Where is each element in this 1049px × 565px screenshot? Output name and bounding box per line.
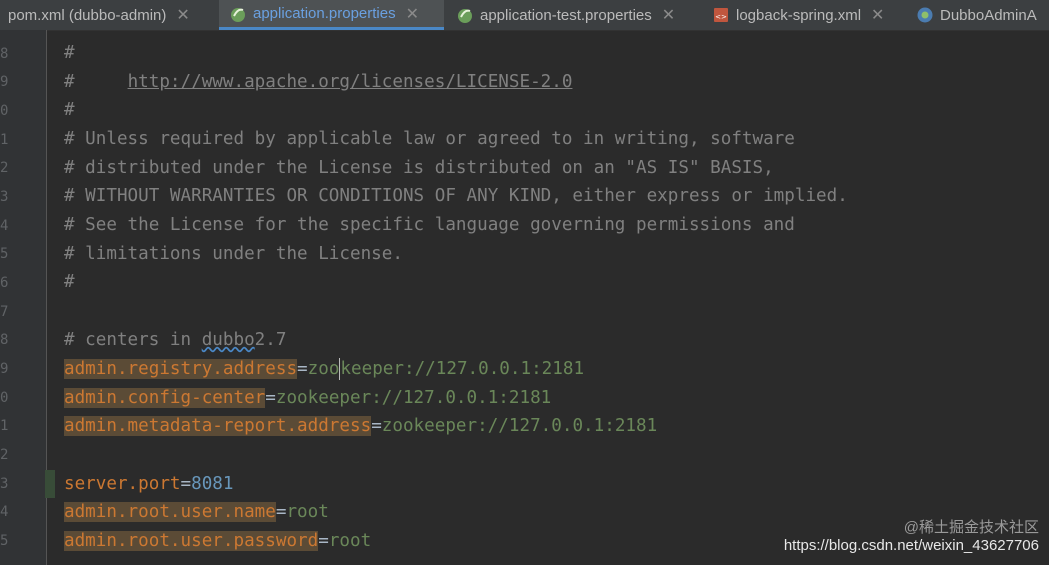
watermark-site: @稀土掘金技术社区: [903, 519, 1039, 536]
line-number: 4: [0, 218, 9, 234]
comment-text: # centers in: [64, 330, 202, 350]
code-line: # Unless required by applicable law or a…: [64, 129, 795, 149]
line-number: 9: [0, 74, 9, 90]
line-number: 5: [0, 533, 9, 549]
watermark: @稀土掘金技术社区 https://blog.csdn.net/weixin_4…: [784, 519, 1039, 555]
code-line: #: [64, 100, 75, 120]
line-number: 0: [0, 103, 9, 119]
line-number-gutter: 8 9 0 1 2 3 4 5 6 7 8 9 0 1 2 3 4 5: [0, 30, 55, 565]
tab-application-test-properties[interactable]: application-test.properties ✕: [448, 0, 703, 30]
line-number: 1: [0, 132, 9, 148]
tab-label: application-test.properties: [480, 6, 652, 24]
line-number: 3: [0, 476, 9, 492]
property-key: server.port: [64, 474, 181, 494]
editor-tab-bar: pom.xml (dubbo-admin) ✕ application.prop…: [0, 0, 1049, 31]
line-number: 3: [0, 189, 9, 205]
code-line: #: [64, 272, 75, 292]
property-line: admin.metadata-report.address=zookeeper:…: [64, 412, 657, 440]
property-key: admin.root.user.password: [64, 531, 319, 551]
property-key: admin.metadata-report.address: [64, 416, 372, 436]
line-number: 7: [0, 304, 9, 320]
tab-label: pom.xml (dubbo-admin): [8, 6, 167, 24]
property-key: admin.config-center: [64, 388, 266, 408]
property-line: admin.registry.address=zookeeper://127.0…: [64, 355, 584, 383]
tab-dubbo-admin-application[interactable]: DubboAdminA: [910, 0, 1049, 30]
property-value: 8081: [191, 474, 234, 494]
spring-properties-icon: [231, 7, 245, 22]
tab-logback-spring-xml[interactable]: <> logback-spring.xml ✕: [706, 0, 906, 30]
equals-sign: =: [318, 531, 329, 551]
code-line: # distributed under the License is distr…: [64, 158, 774, 178]
vcs-change-marker: [45, 470, 55, 498]
equals-sign: =: [297, 359, 308, 379]
property-key: admin.registry.address: [64, 359, 298, 379]
equals-sign: =: [275, 502, 287, 522]
property-value: keeper://127.0.0.1:2181: [340, 359, 585, 379]
code-line: # limitations under the License.: [64, 244, 403, 264]
code-line: # WITHOUT WARRANTIES OR CONDITIONS OF AN…: [64, 186, 848, 206]
line-number: 4: [0, 504, 9, 520]
close-icon[interactable]: ✕: [406, 4, 419, 24]
property-line: server.port=8081: [64, 470, 234, 498]
spring-properties-icon: [458, 9, 472, 23]
line-number: 2: [0, 160, 9, 176]
tab-label: application.properties: [253, 5, 396, 22]
line-number: 5: [0, 246, 9, 262]
code-line: #: [64, 43, 75, 63]
property-value: root: [328, 531, 372, 551]
property-line: admin.root.user.name=root: [64, 498, 329, 526]
equals-sign: =: [371, 416, 382, 436]
code-editor[interactable]: # # http://www.apache.org/licenses/LICEN…: [56, 30, 1049, 565]
tab-label: logback-spring.xml: [736, 6, 862, 24]
close-icon[interactable]: ✕: [871, 5, 884, 25]
property-value: zookeeper://127.0.0.1:2181: [275, 388, 552, 408]
comment-text: 2.7: [254, 330, 287, 350]
line-number: 8: [0, 46, 9, 62]
spelling-squiggle-word: dubbo: [201, 330, 255, 350]
close-icon[interactable]: ✕: [176, 5, 189, 25]
line-number: 2: [0, 447, 9, 463]
property-value: zookeeper://127.0.0.1:2181: [381, 416, 658, 436]
property-value: root: [286, 502, 329, 522]
equals-sign: =: [265, 388, 276, 408]
tab-label: DubboAdminA: [940, 6, 1037, 24]
line-number: 9: [0, 361, 9, 377]
tab-pom-xml[interactable]: pom.xml (dubbo-admin) ✕: [0, 0, 218, 30]
spring-boot-icon: [917, 7, 933, 23]
close-icon[interactable]: ✕: [662, 5, 675, 25]
code-line: # See the License for the specific langu…: [64, 215, 795, 235]
code-line: # http://www.apache.org/licenses/LICENSE…: [64, 68, 572, 96]
property-key: admin.root.user.name: [64, 502, 276, 522]
line-number: 1: [0, 418, 9, 434]
property-value: zoo: [307, 359, 340, 379]
tab-application-properties[interactable]: application.properties ✕: [219, 0, 444, 30]
license-url-link[interactable]: http://www.apache.org/licenses/LICENSE-2…: [128, 72, 573, 92]
line-number: 0: [0, 390, 9, 406]
svg-text:<>: <>: [715, 13, 727, 21]
comment-text: #: [64, 72, 128, 92]
equals-sign: =: [180, 474, 192, 494]
watermark-url: https://blog.csdn.net/weixin_43627706: [783, 537, 1039, 554]
code-line: # centers in dubbo2.7: [64, 326, 286, 354]
property-line: admin.root.user.password=root: [64, 527, 371, 555]
property-line: admin.config-center=zookeeper://127.0.0.…: [64, 384, 551, 412]
line-number: 6: [0, 275, 9, 291]
line-number: 8: [0, 332, 9, 348]
xml-file-icon: <>: [714, 8, 728, 22]
